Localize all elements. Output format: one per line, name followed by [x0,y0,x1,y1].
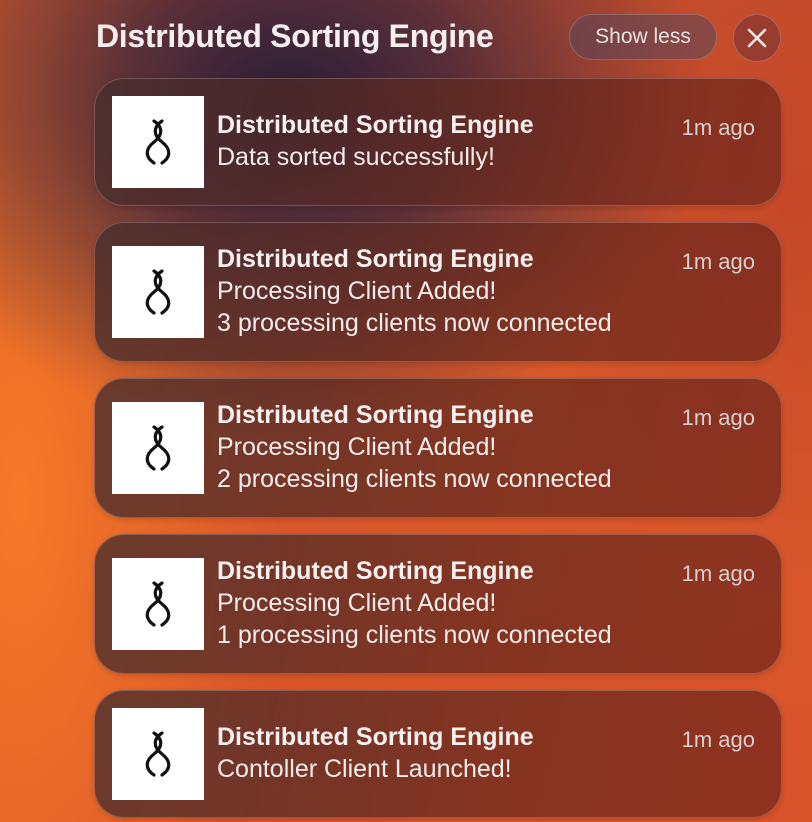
sorting-engine-logo-icon [145,731,171,777]
app-icon [112,708,204,800]
close-icon [747,28,767,48]
notification-group-header: Distributed Sorting Engine Show less [96,14,786,64]
notification-message: Contoller Client Launched! [217,755,512,783]
notification-app-name: Distributed Sorting Engine [217,401,534,429]
notification-time: 1m ago [681,115,755,140]
sorting-engine-logo-icon [145,581,171,627]
notification-card[interactable]: Distributed Sorting Engine 1m ago Data s… [94,78,782,206]
notification-card[interactable]: Distributed Sorting Engine 1m ago Proces… [94,534,782,674]
notification-time: 1m ago [681,561,755,586]
notification-detail: 2 processing clients now connected [217,465,612,493]
notification-message: Processing Client Added! [217,589,497,617]
sorting-engine-logo-icon [145,425,171,471]
sorting-engine-logo-icon [145,269,171,315]
notification-card[interactable]: Distributed Sorting Engine 1m ago Contol… [94,690,782,818]
app-icon [112,558,204,650]
notification-time: 1m ago [681,405,755,430]
notification-time: 1m ago [681,727,755,752]
notification-detail: 3 processing clients now connected [217,309,612,337]
notification-detail: 1 processing clients now connected [217,621,612,649]
notification-card[interactable]: Distributed Sorting Engine 1m ago Proces… [94,378,782,518]
notification-message: Processing Client Added! [217,433,497,461]
app-icon [112,246,204,338]
notification-app-name: Distributed Sorting Engine [217,245,534,273]
close-button[interactable] [733,14,781,62]
notification-app-name: Distributed Sorting Engine [217,557,534,585]
notification-time: 1m ago [681,249,755,274]
app-icon [112,402,204,494]
notification-message: Data sorted successfully! [217,143,495,171]
notification-app-name: Distributed Sorting Engine [217,111,534,139]
notification-message: Processing Client Added! [217,277,497,305]
show-less-button[interactable]: Show less [569,14,717,60]
app-icon [112,96,204,188]
notification-card[interactable]: Distributed Sorting Engine 1m ago Proces… [94,222,782,362]
notification-app-name: Distributed Sorting Engine [217,723,534,751]
group-title: Distributed Sorting Engine [96,18,494,54]
sorting-engine-logo-icon [145,119,171,165]
